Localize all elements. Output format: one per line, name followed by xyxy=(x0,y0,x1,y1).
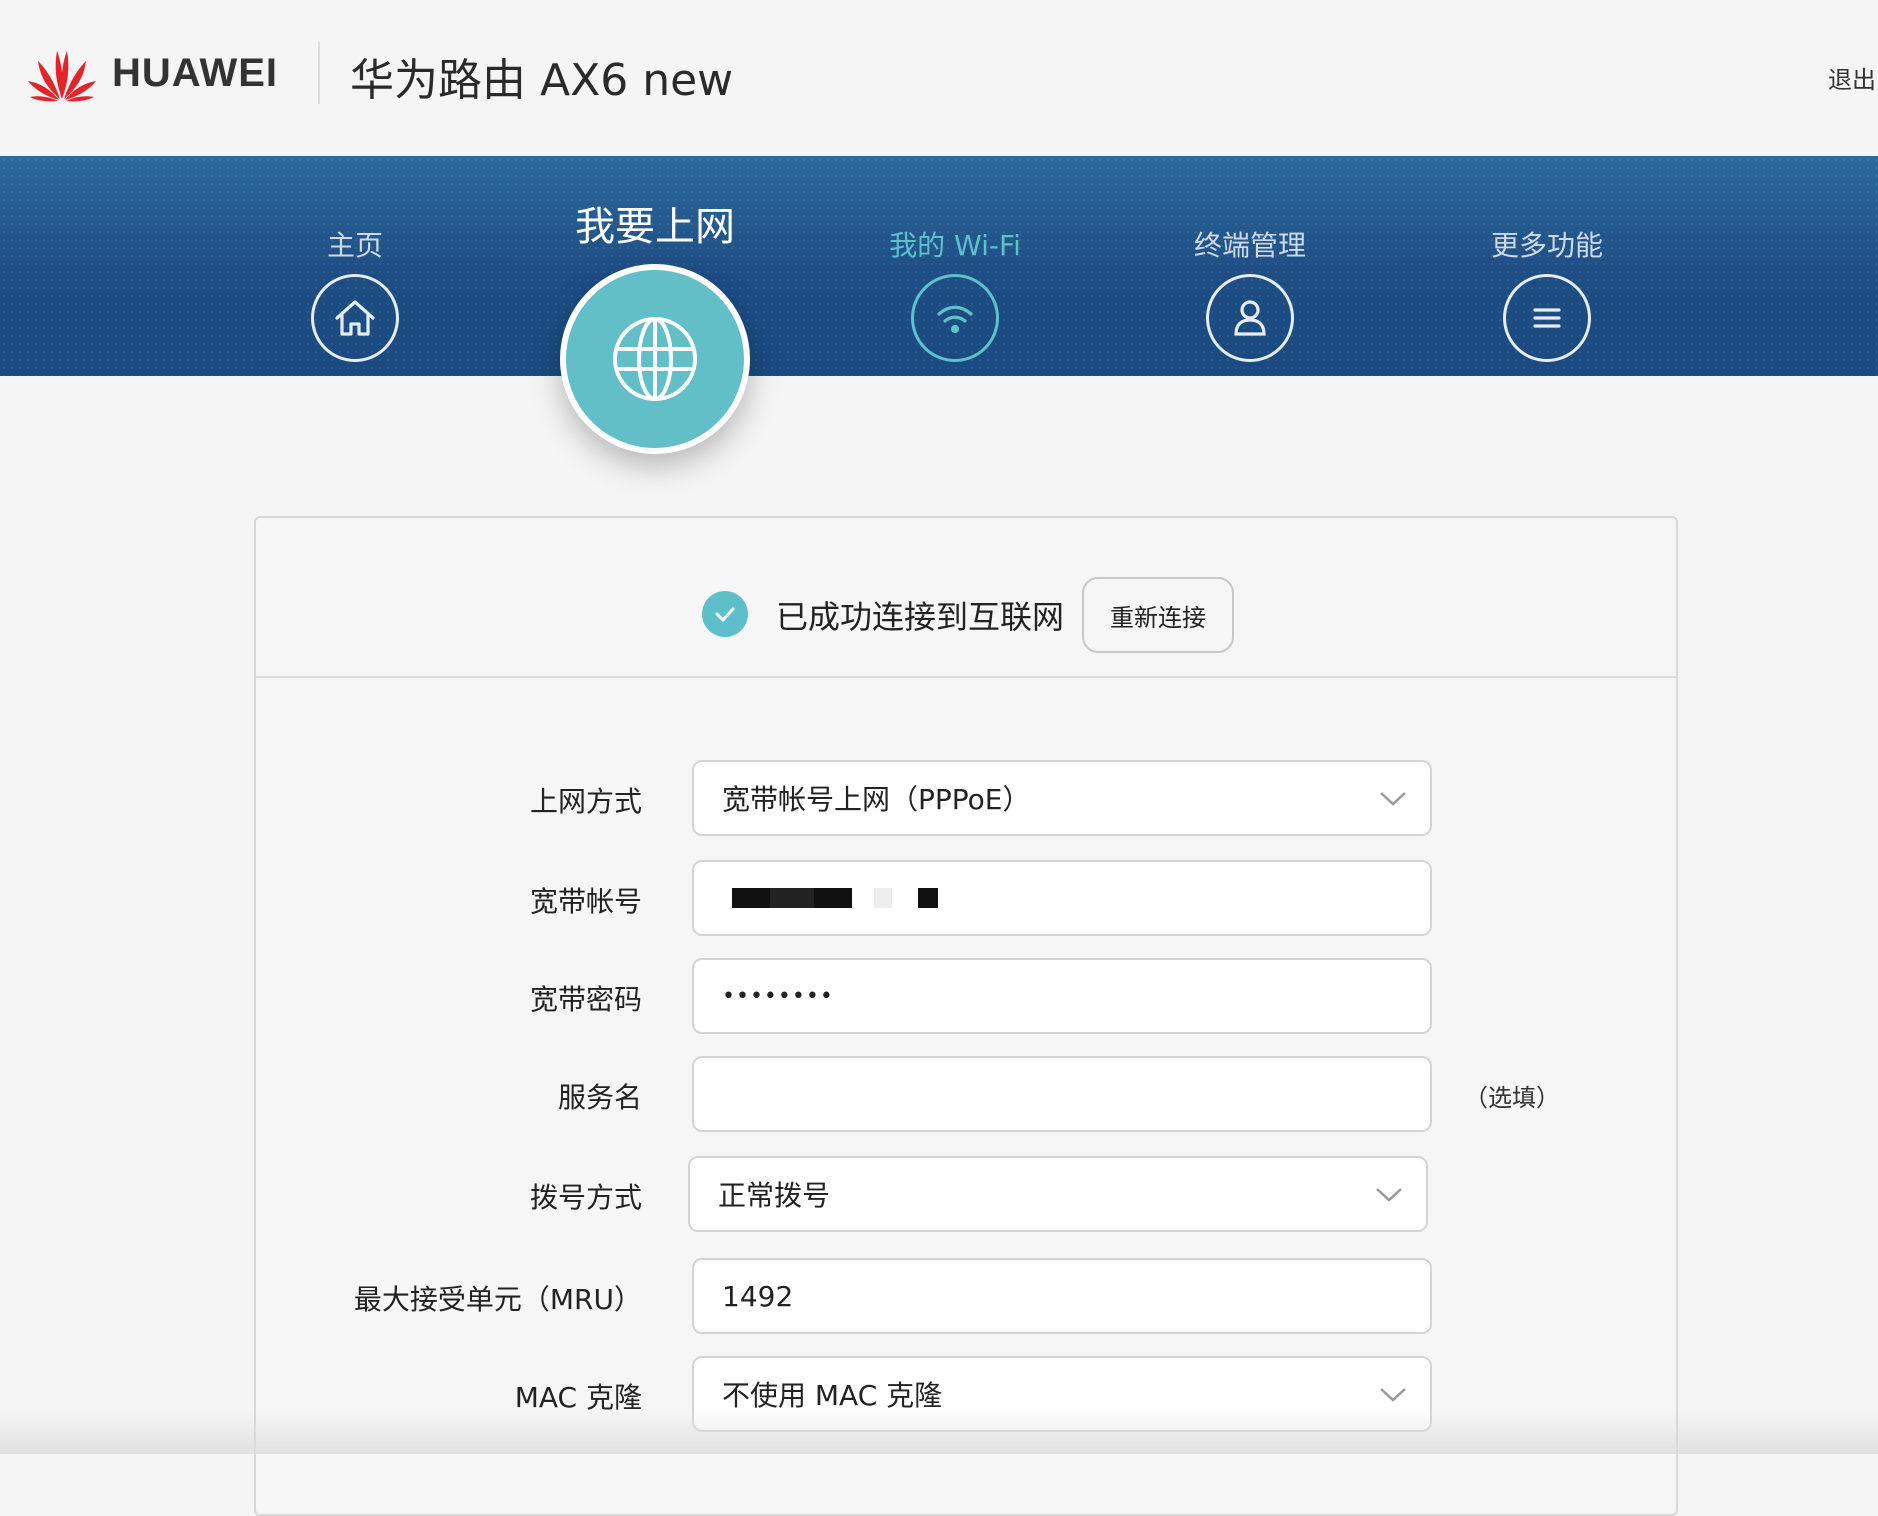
chevron-down-icon xyxy=(1380,1388,1406,1402)
service-name-label: 服务名 xyxy=(557,1081,642,1114)
connection-status-text: 已成功连接到互联网 xyxy=(776,598,1065,636)
bottom-fade xyxy=(0,1410,1878,1454)
password-value: •••••••• xyxy=(722,983,834,1009)
mru-label: 最大接受单元（MRU） xyxy=(353,1283,642,1316)
connection-type-select[interactable]: 宽带帐号上网（PPPoE） xyxy=(692,760,1432,836)
internet-settings-card: 已成功连接到互联网 重新连接 上网方式 宽带帐号上网（PPPoE） 宽带帐号 宽… xyxy=(254,516,1678,1516)
nav-item-devices[interactable]: 终端管理 xyxy=(1150,156,1350,362)
service-name-input[interactable] xyxy=(692,1056,1432,1132)
nav-item-wifi[interactable]: 我的 Wi-Fi xyxy=(855,156,1055,362)
product-title: 华为路由 AX6 new xyxy=(350,55,734,106)
wifi-icon[interactable] xyxy=(911,274,999,362)
logout-link[interactable]: 退出 xyxy=(1828,60,1878,95)
nav-item-more[interactable]: 更多功能 xyxy=(1447,156,1647,362)
menu-icon[interactable] xyxy=(1503,274,1591,362)
mru-value: 1492 xyxy=(722,1279,794,1313)
huawei-logo: HUAWEI xyxy=(26,38,278,108)
user-icon[interactable] xyxy=(1206,274,1294,362)
password-label: 宽带密码 xyxy=(529,983,642,1016)
row-connection-type: 上网方式 宽带帐号上网（PPPoE） xyxy=(256,760,1676,838)
globe-icon[interactable] xyxy=(560,264,750,454)
row-account: 宽带帐号 xyxy=(256,860,1676,938)
dial-mode-select[interactable]: 正常拨号 xyxy=(688,1156,1428,1232)
mru-input[interactable]: 1492 xyxy=(692,1258,1432,1334)
nav-label-wifi: 我的 Wi-Fi xyxy=(889,229,1021,262)
nav-label-devices: 终端管理 xyxy=(1193,229,1306,262)
mac-clone-value: 不使用 MAC 克隆 xyxy=(722,1379,943,1412)
connection-status-row: 已成功连接到互联网 重新连接 xyxy=(256,518,1676,678)
connection-type-label: 上网方式 xyxy=(529,785,642,818)
nav-label-home: 主页 xyxy=(326,229,383,262)
brand-name: HUAWEI xyxy=(112,50,278,95)
row-service-name: 服务名 （选填） xyxy=(256,1056,1676,1134)
top-header: HUAWEI 华为路由 AX6 new 退出 xyxy=(0,0,1878,156)
reconnect-button[interactable]: 重新连接 xyxy=(1082,577,1234,653)
home-icon[interactable] xyxy=(311,274,399,362)
service-name-optional-hint: （选填） xyxy=(1464,1084,1560,1112)
row-mru: 最大接受单元（MRU） 1492 xyxy=(256,1258,1676,1336)
account-masked-value xyxy=(732,888,938,908)
nav-label-more: 更多功能 xyxy=(1490,229,1603,262)
row-password: 宽带密码 •••••••• xyxy=(256,958,1676,1036)
account-input[interactable] xyxy=(692,860,1432,936)
password-input[interactable]: •••••••• xyxy=(692,958,1432,1034)
chevron-down-icon xyxy=(1376,1188,1402,1202)
nav-label-internet: 我要上网 xyxy=(575,204,735,250)
huawei-flower-icon xyxy=(28,51,96,102)
header-divider xyxy=(318,42,320,104)
account-label: 宽带帐号 xyxy=(529,885,642,918)
connection-type-value: 宽带帐号上网（PPPoE） xyxy=(722,783,1031,816)
dial-mode-label: 拨号方式 xyxy=(529,1181,642,1214)
row-dial-mode: 拨号方式 正常拨号 xyxy=(256,1156,1676,1234)
nav-item-internet[interactable]: 我要上网 xyxy=(555,156,755,454)
dial-mode-value: 正常拨号 xyxy=(718,1179,831,1212)
nav-item-home[interactable]: 主页 xyxy=(255,156,455,362)
check-icon xyxy=(702,591,748,637)
chevron-down-icon xyxy=(1380,792,1406,806)
main-nav: 主页 我的 Wi-Fi 终端管理 更多功能 xyxy=(0,156,1878,376)
